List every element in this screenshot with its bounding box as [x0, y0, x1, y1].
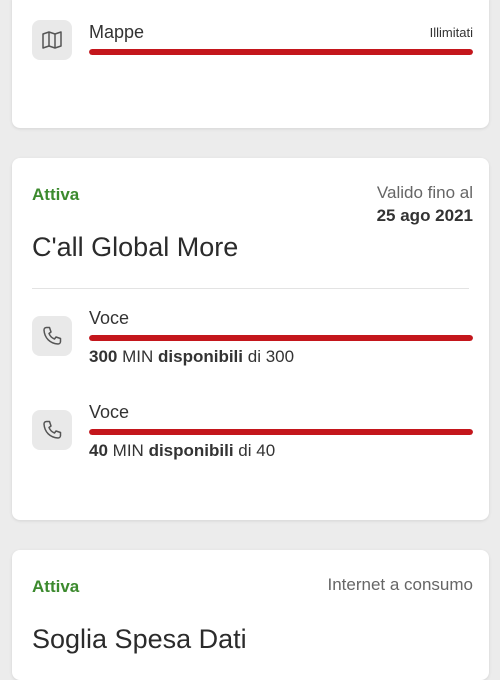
threshold-note: Internet a consumo: [327, 575, 473, 594]
voice-available-word: disponibili: [148, 441, 234, 460]
voice-label: Voce: [89, 402, 130, 422]
voice-available-word: disponibili: [158, 347, 244, 366]
voice-total: 40: [256, 441, 276, 460]
maps-unlimited-text: Illimitati: [429, 25, 473, 40]
plan-valid-label: Valido fino al: [376, 183, 473, 202]
voice-icon-box: [32, 410, 72, 450]
phone-icon: [43, 420, 62, 439]
map-icon-box: [32, 20, 72, 60]
voice-icon-box: [32, 316, 72, 356]
maps-label: Mappe: [89, 22, 145, 42]
map-icon: [42, 31, 62, 49]
voice-availability: 300 MIN disponibili di 300: [89, 347, 294, 367]
voice-unit: MIN: [112, 441, 144, 460]
voice-unit: MIN: [122, 347, 154, 366]
voice-total: 300: [265, 347, 295, 366]
plan-status-badge: Attiva: [32, 185, 80, 204]
plan-divider: [32, 288, 469, 289]
voice-of-word: di: [238, 441, 252, 460]
voice-amount: 300: [89, 347, 118, 366]
voice-usage-fill: [89, 429, 473, 435]
voice-usage-fill: [89, 335, 473, 341]
maps-card: Mappe Illimitati: [12, 0, 489, 128]
voice-amount: 40: [89, 441, 108, 460]
threshold-title: Soglia Spesa Dati: [32, 624, 247, 654]
plan-valid-date: 25 ago 2021: [376, 206, 473, 225]
threshold-status-badge: Attiva: [32, 577, 80, 596]
phone-icon: [43, 326, 62, 345]
voice-of-word: di: [247, 347, 261, 366]
maps-usage-bar: [89, 49, 473, 55]
voice-usage-bar: [89, 429, 473, 435]
voice-availability: 40 MIN disponibili di 40: [89, 441, 275, 461]
plan-card[interactable]: Attiva Valido fino al 25 ago 2021 C'all …: [12, 158, 489, 520]
threshold-card[interactable]: Attiva Internet a consumo Soglia Spesa D…: [12, 550, 489, 680]
voice-usage-bar: [89, 335, 473, 341]
voice-label: Voce: [89, 308, 130, 328]
plan-title: C'all Global More: [32, 232, 239, 262]
maps-usage-fill: [89, 49, 473, 55]
